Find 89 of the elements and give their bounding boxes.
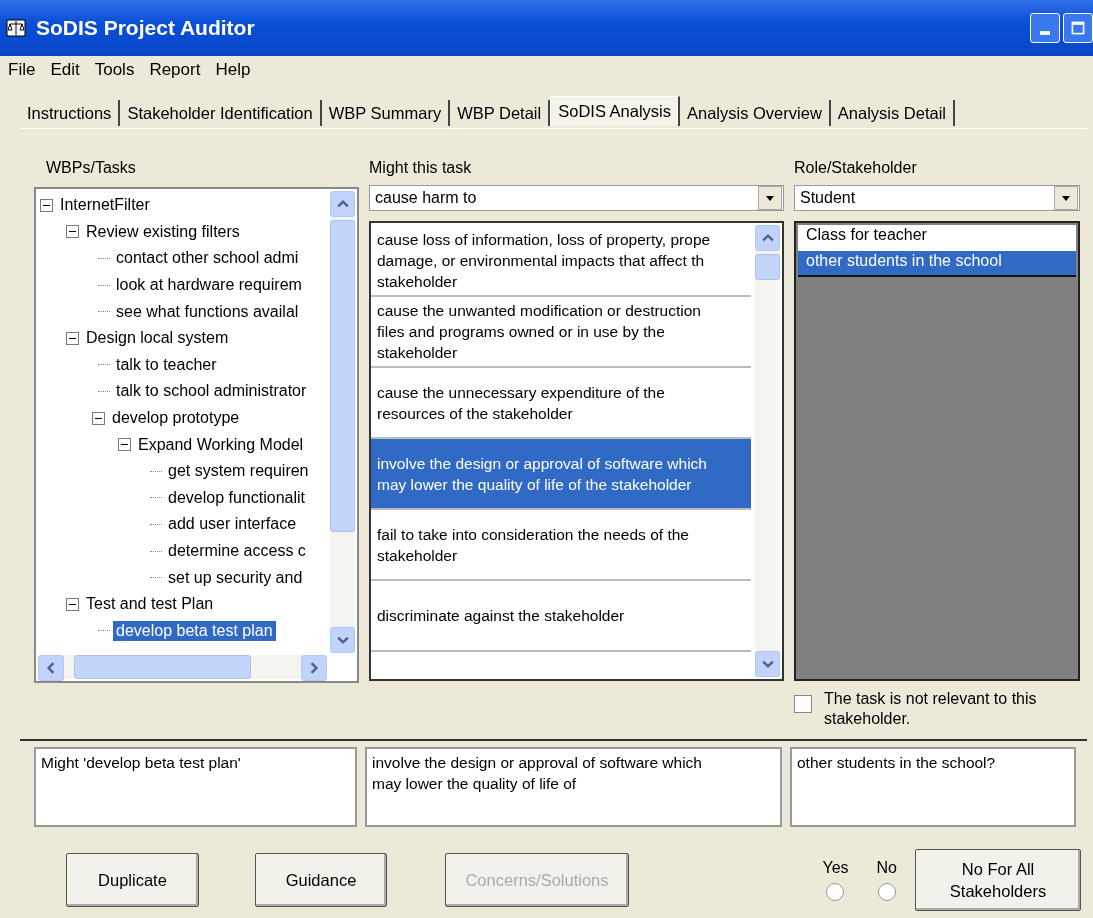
dropdown-arrow-icon xyxy=(1061,193,1071,203)
tree-item[interactable]: talk to school administrator xyxy=(113,381,310,402)
tree-connector-icon xyxy=(150,577,162,579)
tree-item[interactable]: set up security and xyxy=(165,567,306,588)
collapse-icon[interactable] xyxy=(66,331,79,345)
stakeholder-dropdown[interactable]: Student xyxy=(794,185,1080,211)
answer-label: No xyxy=(876,859,897,877)
radio-button[interactable] xyxy=(877,883,896,901)
scroll-thumb[interactable] xyxy=(755,254,780,280)
collapse-icon[interactable] xyxy=(40,198,53,212)
harm-label: Might this task xyxy=(369,159,473,178)
tree-item[interactable]: Test and test Plan xyxy=(83,594,217,615)
question-text-box[interactable]: Might 'develop beta test plan' xyxy=(34,747,357,827)
harm-list-item[interactable]: cause the unwanted modification or destruction files and programs owned or in use by the stakeholder xyxy=(371,297,751,368)
collapse-icon[interactable] xyxy=(66,597,79,611)
menu-item[interactable]: Edit xyxy=(50,60,80,84)
scroll-right-icon xyxy=(308,662,320,674)
tree-connector-icon xyxy=(150,470,162,472)
tree-connector-icon xyxy=(150,523,162,525)
menu-item[interactable]: Tools xyxy=(94,60,135,84)
harm-list-item[interactable]: involve the design or approval of software which may lower the quality of life of the stakeholder xyxy=(371,439,751,510)
scroll-up-icon xyxy=(336,198,349,210)
answer-label: Yes xyxy=(822,859,849,877)
harm-list-item[interactable]: discriminate against the stakeholder xyxy=(371,581,751,652)
tab[interactable]: SoDIS Analysis xyxy=(550,96,680,126)
tab[interactable]: Analysis Detail xyxy=(830,100,956,126)
tree-item[interactable]: add user interface xyxy=(165,514,300,535)
checkbox[interactable] xyxy=(794,695,812,713)
scroll-thumb[interactable] xyxy=(330,220,355,532)
tab[interactable]: WBP Summary xyxy=(321,100,451,126)
harm-dropdown[interactable]: cause harm to xyxy=(369,185,784,211)
scroll-up-icon xyxy=(761,232,774,244)
radio-button[interactable] xyxy=(826,883,845,901)
tree-connector-icon xyxy=(98,390,110,392)
question-text-box[interactable]: involve the design or approval of software which may lower the quality of life of xyxy=(365,747,782,827)
minimize-icon xyxy=(1040,31,1050,35)
action-button[interactable]: Duplicate xyxy=(66,853,199,907)
tree-item[interactable]: InternetFilter xyxy=(57,195,153,216)
tree-connector-icon xyxy=(150,497,162,499)
collapse-icon[interactable] xyxy=(92,411,105,425)
tab[interactable]: Analysis Overview xyxy=(680,100,831,126)
collapse-icon[interactable] xyxy=(118,438,131,452)
scroll-thumb[interactable] xyxy=(74,655,251,679)
scroll-left-icon xyxy=(45,662,57,674)
tree-connector-icon xyxy=(98,630,110,632)
tree-item[interactable]: talk to teacher xyxy=(113,354,220,375)
menu-item[interactable]: Help xyxy=(215,60,251,84)
tree-connector-icon xyxy=(98,284,110,286)
vertical-scrollbar[interactable] xyxy=(755,225,780,677)
maximize-icon xyxy=(1070,20,1086,36)
tree-item[interactable]: determine access c xyxy=(165,541,309,561)
tree-connector-icon xyxy=(98,258,110,259)
tree-connector-icon xyxy=(98,364,110,366)
tree-label: WBPs/Tasks xyxy=(45,159,137,178)
question-text-box[interactable]: other students in the school? xyxy=(790,747,1076,827)
tree-item[interactable]: develop functionalit xyxy=(165,487,308,508)
tree-connector-icon xyxy=(150,550,162,552)
vertical-scrollbar[interactable] xyxy=(330,191,355,653)
collapse-icon[interactable] xyxy=(66,225,79,239)
minimize-button[interactable] xyxy=(1030,13,1060,43)
harm-list-item[interactable]: cause loss of information, loss of property, prope damage, or environmental impacts that affect th stakeholder xyxy=(371,226,751,297)
tree-item[interactable]: look at hardware requirem xyxy=(113,275,305,296)
tree-item[interactable]: Review existing filters xyxy=(83,221,243,242)
tree-item[interactable]: develop beta test plan xyxy=(113,620,276,641)
tree-item[interactable]: get system requiren xyxy=(165,461,312,482)
stakeholder-item[interactable]: Class for teacher xyxy=(798,225,1076,251)
tab[interactable]: Stakeholder Identification xyxy=(120,100,322,126)
tree-item[interactable]: Expand Working Model xyxy=(135,434,307,455)
tab[interactable]: Instructions xyxy=(20,100,121,126)
scroll-down-icon xyxy=(761,658,774,670)
scales-icon xyxy=(6,18,26,38)
menu-item[interactable]: Report xyxy=(149,60,201,84)
tree-item[interactable]: contact other school admi xyxy=(113,248,302,269)
action-button[interactable]: Guidance xyxy=(255,853,387,907)
tree-item[interactable]: see what functions availal xyxy=(113,301,302,322)
tree-item[interactable]: develop prototype xyxy=(109,408,243,429)
stakeholder-label: Role/Stakeholder xyxy=(794,159,918,178)
harm-list-item[interactable]: fail to take into consideration the needs of the stakeholder xyxy=(371,510,751,581)
scroll-down-icon xyxy=(336,634,349,646)
dropdown-arrow-icon xyxy=(765,193,775,203)
tree-item[interactable]: Design local system xyxy=(83,328,232,349)
window-title: SoDIS Project Auditor xyxy=(36,16,255,40)
stakeholder-item[interactable]: other students in the school xyxy=(798,251,1076,277)
menu-item[interactable]: File xyxy=(8,60,36,84)
no-for-all-button[interactable]: No For All Stakeholders xyxy=(915,849,1081,911)
maximize-button[interactable] xyxy=(1063,13,1093,43)
horizontal-scrollbar[interactable] xyxy=(38,655,327,679)
tree-connector-icon xyxy=(98,311,110,313)
checkbox-label: The task is not relevant to this stakeholder. xyxy=(824,689,1038,729)
